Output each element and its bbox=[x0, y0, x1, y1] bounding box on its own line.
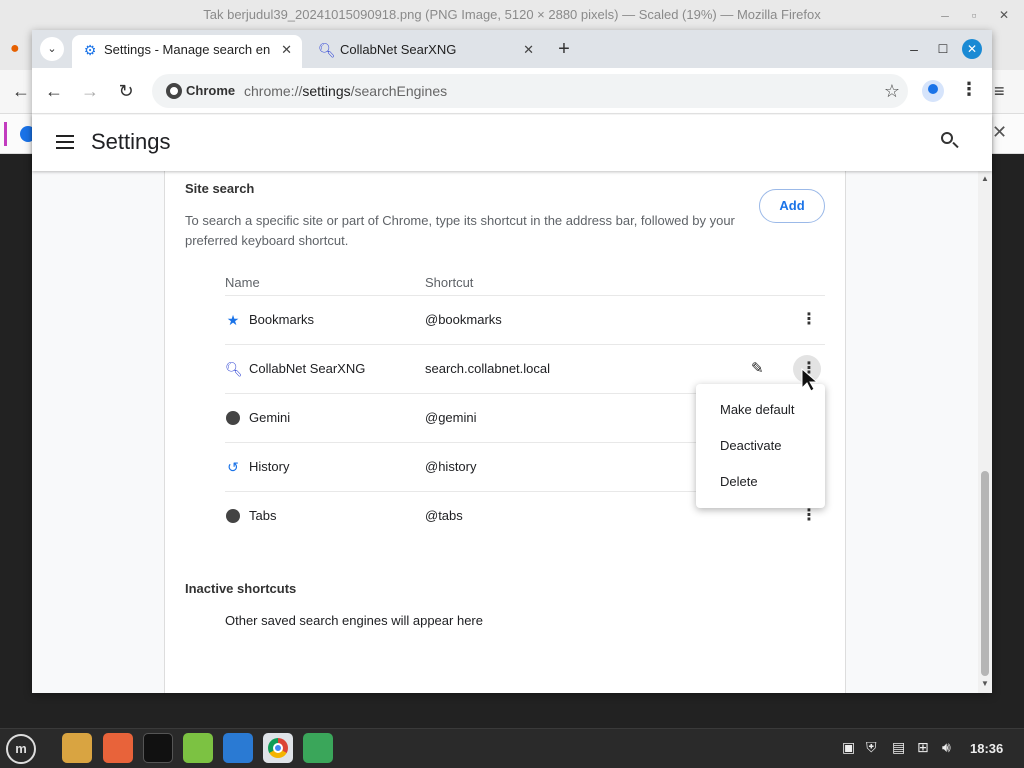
tab-settings[interactable]: ⚙ Settings - Manage search en ✕ bbox=[72, 35, 302, 68]
column-header-name: Name bbox=[225, 275, 260, 290]
url-scheme: chrome:// bbox=[244, 83, 303, 99]
globe-icon bbox=[225, 410, 241, 426]
engine-name: Gemini bbox=[249, 410, 291, 425]
url-text[interactable]: chrome://settings/searchEngines bbox=[244, 74, 447, 108]
more-actions-icon[interactable]: ⋮ bbox=[801, 506, 817, 526]
engine-shortcut: @tabs bbox=[425, 508, 463, 523]
url-host: settings bbox=[302, 83, 351, 99]
tab-label: CollabNet SearXNG bbox=[340, 42, 457, 57]
firefox-back-icon[interactable]: ← bbox=[12, 81, 30, 102]
star-icon: ★ bbox=[226, 312, 240, 328]
chrome-window: ⌄ ⚙ Settings - Manage search en ✕ 🔍︎ Col… bbox=[32, 30, 992, 693]
chrome-logo-icon bbox=[166, 83, 182, 99]
notification-accent bbox=[4, 122, 7, 146]
clock[interactable]: 18:36 bbox=[970, 741, 1003, 756]
chrome-chip-label: Chrome bbox=[186, 83, 236, 98]
firefox-menu-icon[interactable]: ≡ bbox=[994, 81, 1005, 102]
calculator-icon[interactable] bbox=[179, 729, 217, 767]
chrome-maximize-icon[interactable]: ☐ bbox=[933, 39, 953, 59]
tab-close-icon[interactable]: ✕ bbox=[281, 35, 292, 65]
engine-name: CollabNet SearXNG bbox=[249, 361, 366, 376]
tab-search-dropdown-icon[interactable]: ⌄ bbox=[40, 37, 64, 61]
history-icon: ↺ bbox=[227, 459, 239, 475]
notification-close-icon[interactable]: ✕ bbox=[992, 122, 1007, 143]
forward-icon[interactable]: → bbox=[78, 79, 102, 103]
reload-icon[interactable]: ↻ bbox=[114, 79, 138, 103]
minimize-icon[interactable]: – bbox=[935, 0, 955, 30]
terminal-icon[interactable] bbox=[143, 733, 173, 763]
add-button[interactable]: Add bbox=[759, 189, 825, 223]
files-icon[interactable] bbox=[62, 733, 92, 763]
engine-shortcut: @history bbox=[425, 459, 477, 474]
firefox-titlebar: Tak berjudul39_20241015090918.png (PNG I… bbox=[0, 0, 1024, 30]
scroll-up-arrow-icon[interactable]: ▲ bbox=[981, 174, 989, 183]
settings-header: Settings bbox=[32, 115, 992, 171]
engine-name: Bookmarks bbox=[249, 312, 315, 327]
inactive-shortcuts-title: Inactive shortcuts bbox=[185, 581, 297, 596]
chrome-close-icon[interactable]: ✕ bbox=[962, 39, 982, 59]
chrome-menu-icon[interactable]: ⋮ bbox=[960, 79, 978, 100]
search-icon: 🔍︎ bbox=[225, 361, 243, 377]
hamburger-menu-icon[interactable] bbox=[56, 135, 74, 149]
menu-item-make-default[interactable]: Make default bbox=[720, 402, 794, 417]
settings-content: Site search To search a specific site or… bbox=[32, 171, 992, 693]
search-icon: 🔍︎ bbox=[318, 42, 336, 58]
page-title: Settings bbox=[91, 129, 171, 154]
text-editor-icon[interactable] bbox=[223, 733, 253, 763]
column-header-shortcut: Shortcut bbox=[425, 275, 474, 290]
context-menu: Make default Deactivate Delete bbox=[696, 384, 825, 508]
site-search-title: Site search bbox=[185, 181, 255, 196]
engine-name: Tabs bbox=[249, 508, 277, 523]
engine-shortcut: @gemini bbox=[425, 410, 477, 425]
new-tab-icon[interactable]: + bbox=[552, 37, 576, 61]
profile-avatar-icon[interactable] bbox=[922, 80, 944, 102]
globe-icon bbox=[225, 508, 241, 524]
engine-shortcut: search.collabnet.local bbox=[425, 361, 551, 376]
scrollbar[interactable]: ▲ ▼ bbox=[978, 171, 992, 693]
menu-item-delete[interactable]: Delete bbox=[720, 474, 758, 489]
volume-tray-icon[interactable]: 🔊︎ bbox=[942, 739, 951, 756]
site-search-description: To search a specific site or part of Chr… bbox=[185, 213, 735, 248]
settings-search-icon[interactable] bbox=[940, 131, 960, 151]
inactive-shortcuts-message: Other saved search engines will appear h… bbox=[225, 613, 483, 628]
close-icon[interactable]: ✕ bbox=[994, 0, 1014, 30]
chrome-tabstrip: ⌄ ⚙ Settings - Manage search en ✕ 🔍︎ Col… bbox=[32, 30, 992, 68]
scroll-down-arrow-icon[interactable]: ▼ bbox=[981, 679, 989, 688]
tab-label: Settings - Manage search en bbox=[104, 42, 271, 57]
address-bar[interactable]: Chrome chrome://settings/searchEngines ☆ bbox=[152, 74, 908, 108]
firefox-icon[interactable] bbox=[103, 733, 133, 763]
tab-close-icon[interactable]: ✕ bbox=[523, 35, 534, 65]
back-icon[interactable]: ← bbox=[42, 79, 66, 103]
table-row: ★ Bookmarks @bookmarks ⋮ bbox=[225, 295, 825, 344]
taskbar: m ▣ ⛨ ▤ ⊞ 🔊︎ 18:36 bbox=[0, 728, 1024, 768]
engine-shortcut: @bookmarks bbox=[425, 312, 502, 327]
menu-item-deactivate[interactable]: Deactivate bbox=[720, 438, 781, 453]
more-actions-icon[interactable]: ⋮ bbox=[801, 310, 817, 330]
network-tray-icon[interactable]: ⊞ bbox=[917, 739, 929, 756]
firefox-window-title: Tak berjudul39_20241015090918.png (PNG I… bbox=[203, 7, 821, 22]
chrome-chip[interactable]: Chrome bbox=[160, 79, 243, 103]
edit-pencil-icon[interactable]: ✎ bbox=[751, 359, 764, 377]
firefox-tab-icon[interactable]: ● bbox=[10, 40, 20, 58]
tab-collabnet-searxng[interactable]: 🔍︎ CollabNet SearXNG ✕ bbox=[308, 35, 544, 68]
notes-tray-icon[interactable]: ▣ bbox=[842, 739, 855, 756]
maximize-icon[interactable]: ▫ bbox=[964, 0, 984, 30]
scroll-thumb[interactable] bbox=[981, 471, 989, 676]
mouse-cursor-icon bbox=[800, 367, 819, 397]
start-menu-icon[interactable]: m bbox=[6, 734, 36, 764]
shield-app-icon[interactable] bbox=[303, 733, 333, 763]
bookmark-star-icon[interactable]: ☆ bbox=[884, 74, 900, 108]
chrome-toolbar: ← → ↻ Chrome chrome://settings/searchEng… bbox=[32, 68, 992, 114]
chrome-minimize-icon[interactable]: – bbox=[904, 39, 924, 59]
chrome-icon[interactable] bbox=[259, 729, 297, 767]
gear-icon: ⚙ bbox=[83, 42, 97, 58]
shield-tray-icon[interactable]: ⛨ bbox=[866, 739, 877, 756]
engine-name: History bbox=[249, 459, 290, 474]
clipboard-tray-icon[interactable]: ▤ bbox=[892, 739, 905, 756]
url-path: /searchEngines bbox=[350, 83, 448, 99]
